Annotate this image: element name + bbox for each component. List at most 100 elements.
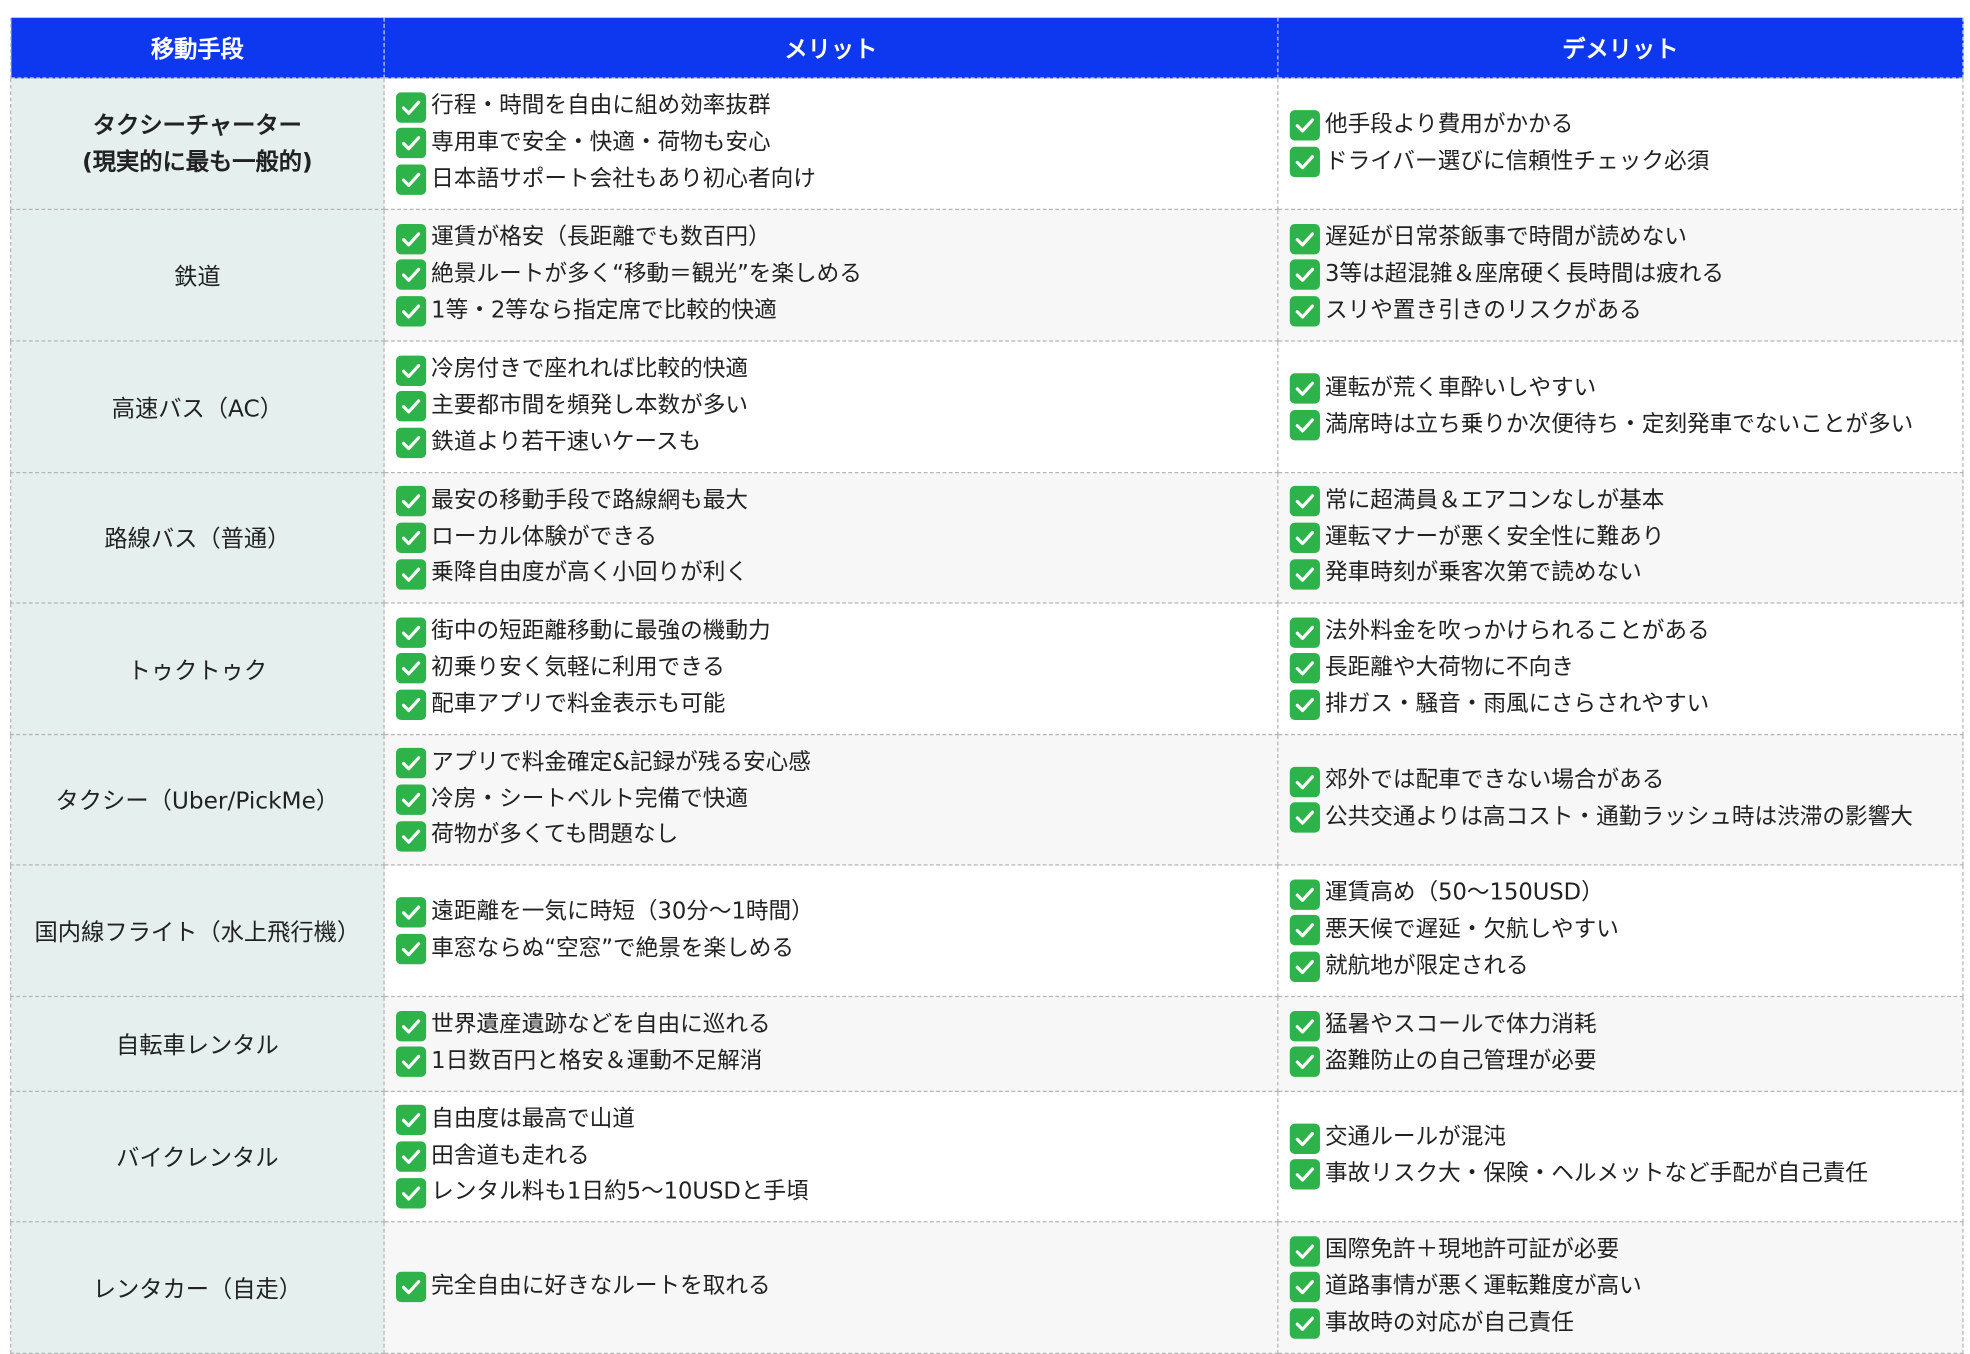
merit-cell: 行程・時間を自由に組め効率抜群 専用車で安全・快適・荷物も安心 日本語サポート会社も… [383,77,1279,211]
list-item: 常に超満員＆エアコンなしが基本 [1289,483,1951,519]
check-mark-icon [395,128,427,159]
list-item: 田舎道も走れる [395,1138,1266,1174]
check-mark-icon [395,1272,427,1303]
demerit-text: 常に超満員＆エアコンなしが基本 [1324,486,1665,514]
check-mark-icon [1289,1159,1320,1190]
list-item: 1等・2等なら指定席で比較的快適 [395,293,1266,329]
merit-cell: 街中の短距離移動に最強の機動力 初乗り安く気軽に利用できる 配車アプリで料金表示も可… [383,602,1279,736]
demerit-text: 国際免許＋現地許可証が必要 [1324,1236,1620,1264]
merit-list: 最安の移動手段で路線網も最大 ローカル体験ができる 乗降自由度が高く小回りが利く [395,483,1266,592]
transport-mode-label: タクシー（Uber/PickMe） [55,788,340,815]
demerit-list: 国際免許＋現地許可証が必要 道路事情が悪く運転難度が高い 事故時の対応が自己責任 [1289,1233,1951,1342]
demerit-text: 満席時は立ち乗りか次便待ち・定刻発車でないことが多い [1324,410,1914,438]
list-item: 完全自由に好きなルートを取れる [395,1269,1266,1305]
list-item: 初乗り安く気軽に利用できる [395,651,1266,687]
list-item: 国際免許＋現地許可証が必要 [1289,1233,1951,1269]
merit-text: 冷房付きで座れれば比較的快適 [431,355,748,383]
list-item: 公共交通よりは高コスト・通勤ラッシュ時は渋滞の影響大 [1289,800,1951,836]
demerit-text: 法外料金を吹っかけられることがある [1324,617,1710,645]
check-mark-icon [1289,559,1320,590]
check-mark-icon [1289,689,1320,721]
list-item: 最安の移動手段で路線網も最大 [395,483,1266,519]
check-mark-icon [395,91,427,123]
list-item: ローカル体験ができる [395,520,1266,556]
check-mark-icon [1289,373,1320,404]
demerit-cell: 郊外では配車できない場合がある 公共交通よりは高コスト・通勤ラッシュ時は渋滞の影響… [1277,733,1964,866]
list-item: 猛暑やスコールで体力消耗 [1289,1008,1951,1044]
merit-cell: 完全自由に好きなルートを取れる [383,1221,1279,1354]
merit-text: 遠距離を一気に時短（30分〜1時間） [431,898,814,925]
list-item: アプリで料金確定&記録が残る安心感 [395,745,1266,781]
demerit-list: 常に超満員＆エアコンなしが基本 運転マナーが悪く安全性に難あり 発車時刻が乗客次第で… [1289,483,1951,592]
transport-mode-label: バイクレンタル [116,1145,279,1172]
merit-text: アプリで料金確定&記録が残る安心感 [431,748,811,776]
check-mark-icon [1289,522,1320,553]
merit-text: 日本語サポート会社もあり初心者向け [431,165,816,193]
demerit-text: 盗難防止の自己管理が必要 [1324,1047,1597,1075]
check-mark-icon [395,355,427,386]
demerit-text: 道路事情が悪く運転難度が高い [1324,1273,1642,1300]
list-item: 絶景ルートが多く“移動＝観光”を楽しめる [395,257,1266,293]
transport-mode-cell: 国内線フライト（水上飛行機） [10,864,385,998]
list-item: 主要都市間を頻発し本数が多い [395,389,1266,425]
list-item: 他手段より費用がかかる [1289,107,1951,143]
merit-cell: 自由度は最高で山道 田舎道も走れるレンタル料も1日約5〜10USDと手頃 [383,1090,1279,1223]
list-item: 悪天候で遅延・欠航しやすい [1289,912,1951,948]
check-mark-icon [1289,110,1320,141]
merit-text: 車窓ならぬ“空窓”で絶景を楽しめる [431,934,795,962]
header-pros: メリット [383,17,1279,78]
list-item: 運転マナーが悪く安全性に難あり [1289,520,1951,556]
list-item: 法外料金を吹っかけられることがある [1289,614,1951,650]
demerit-cell: 他手段より費用がかかる ドライバー選びに信頼性チェック必須 [1277,77,1964,211]
check-mark-icon [395,689,427,721]
merit-cell: アプリで料金確定&記録が残る安心感 冷房・シートベルト完備で快適 荷物が多くても問題… [383,733,1279,866]
check-mark-icon [395,486,427,517]
transport-mode-cell: タクシーチャーター (現実的に最も一般的) [10,77,385,211]
header-mode: 移動手段 [10,17,385,78]
check-mark-icon [1289,1272,1320,1303]
merit-text: 運賃が格安（長距離でも数百円） [431,224,771,251]
table-row: タクシーチャーター (現実的に最も一般的) 行程・時間を自由に組め効率抜群 専用車で安… [10,77,1964,211]
transport-mode-label: レンタカー（自走） [92,1276,303,1303]
list-item: 鉄道より若干速いケースも [395,425,1266,461]
check-mark-icon [1289,951,1320,983]
merit-text: 街中の短距離移動に最強の機動力 [431,617,771,645]
demerit-text: 遅延が日常茶飯事で時間が読めない [1324,224,1688,251]
check-mark-icon [1289,146,1320,178]
demerit-cell: 国際免許＋現地許可証が必要 道路事情が悪く運転難度が高い 事故時の対応が自己責任 [1277,1221,1964,1354]
check-mark-icon [395,748,427,779]
demerit-cell: 運転が荒く車酔いしやすい満席時は立ち乗りか次便待ち・定刻発車でないことが多い [1277,340,1964,474]
check-mark-icon [395,1177,427,1209]
list-item: 盗難防止の自己管理が必要 [1289,1044,1951,1080]
list-item: 交通ルールが混沌 [1289,1120,1951,1156]
check-mark-icon [1289,296,1320,327]
demerit-list: 他手段より費用がかかる ドライバー選びに信頼性チェック必須 [1289,107,1951,180]
demerit-text: 就航地が限定される [1324,952,1529,980]
check-mark-icon [395,897,427,928]
table-row: 鉄道 運賃が格安（長距離でも数百円） 絶景ルートが多く“移動＝観光”を楽しめる 1等・… [10,208,1964,342]
merit-cell: 遠距離を一気に時短（30分〜1時間） 車窓ならぬ“空窓”で絶景を楽しめる [383,864,1279,998]
demerit-text: 交通ルールが混沌 [1324,1123,1507,1151]
demerit-list: 運転が荒く車酔いしやすい満席時は立ち乗りか次便待ち・定刻発車でないことが多い [1289,370,1951,443]
list-item: 世界遺産遺跡などを自由に巡れる [395,1008,1266,1044]
check-mark-icon [1289,1235,1320,1267]
merit-text: レンタル料も1日約5〜10USDと手頃 [431,1178,809,1206]
list-item: 自由度は最高で山道 [395,1102,1266,1138]
transport-mode-label: (現実的に最も一般的) [82,148,313,176]
list-item: 乗降自由度が高く小回りが利く [395,556,1266,592]
merit-list: 世界遺産遺跡などを自由に巡れる 1日数百円と格安＆運動不足解消 [395,1008,1266,1081]
merit-cell: 冷房付きで座れれば比較的快適主要都市間を頻発し本数が多い 鉄道より若干速いケースも [383,340,1279,474]
list-item: 街中の短距離移動に最強の機動力 [395,614,1266,650]
demerit-text: スリや置き引きのリスクがある [1324,297,1642,324]
check-mark-icon [395,617,427,648]
table-row: タクシー（Uber/PickMe） アプリで料金確定&記録が残る安心感 冷房・シート… [10,733,1964,866]
demerit-list: 法外料金を吹っかけられることがある 長距離や大荷物に不向き 排ガス・騒音・雨風にさら… [1289,614,1951,723]
demerit-list: 猛暑やスコールで体力消耗盗難防止の自己管理が必要 [1289,1008,1951,1081]
transport-mode-label: タクシーチャーター [92,111,302,139]
check-mark-icon [395,933,427,965]
merit-text: 専用車で安全・快適・荷物も安心 [431,129,771,156]
demerit-text: 運転が荒く車酔いしやすい [1324,374,1597,401]
demerit-text: 運転マナーが悪く安全性に難あり [1324,523,1665,550]
transport-mode-cell: 自転車レンタル [10,995,385,1093]
demerit-list: 郊外では配車できない場合がある 公共交通よりは高コスト・通勤ラッシュ時は渋滞の影響… [1289,763,1951,836]
